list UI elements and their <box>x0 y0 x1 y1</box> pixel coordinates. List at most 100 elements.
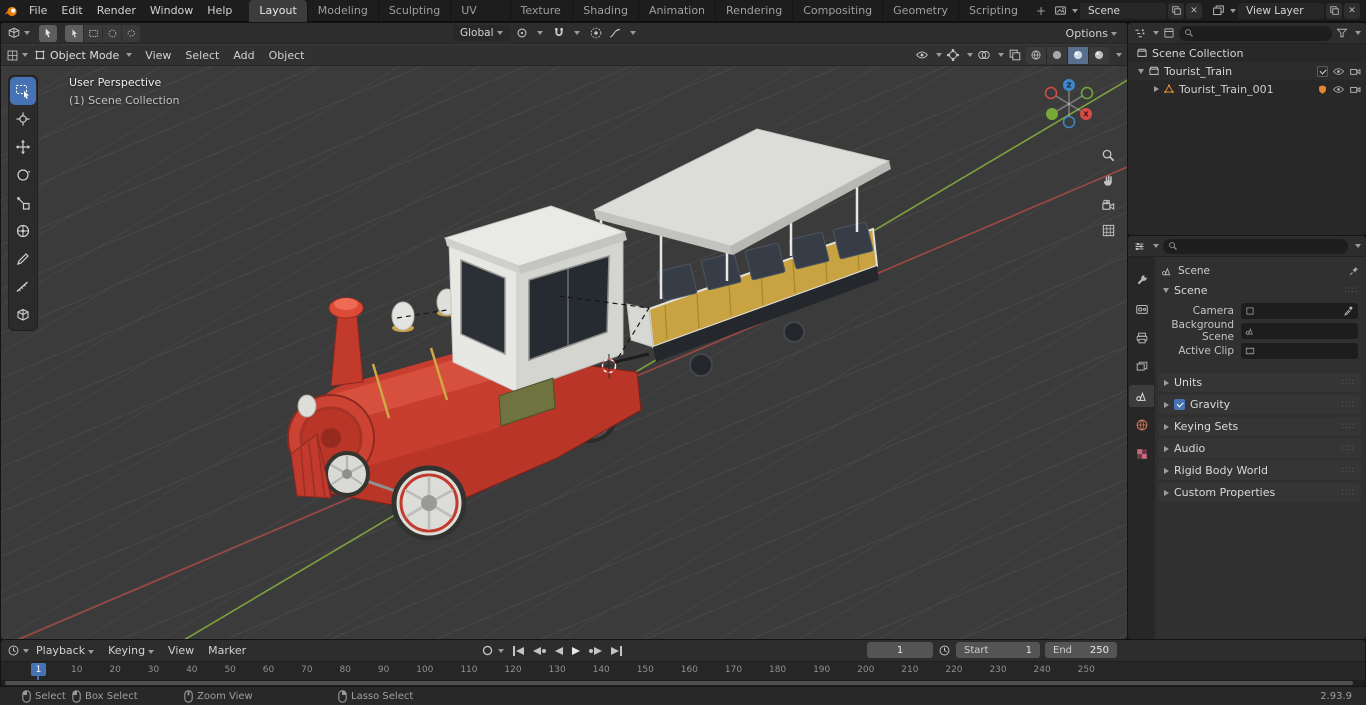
object-visibility-icon[interactable] <box>915 48 929 62</box>
tab-view-layer-icon[interactable] <box>1129 356 1154 378</box>
falloff-chevron-icon[interactable] <box>629 31 636 35</box>
object-disable-render-icon[interactable] <box>1349 83 1362 96</box>
gizmos-icon[interactable] <box>946 48 960 62</box>
workspace-tab[interactable]: UV Editing <box>450 0 509 39</box>
collection-exclude-checkbox[interactable] <box>1317 65 1328 77</box>
view-menu[interactable]: View <box>161 640 201 661</box>
workspace-tab[interactable]: Layout <box>249 0 307 22</box>
new-scene-button[interactable] <box>1168 2 1184 19</box>
panel-gravity[interactable]: Gravity ∷∷ <box>1158 395 1361 414</box>
select-mode-circle-button[interactable] <box>103 24 121 42</box>
outliner-search-input[interactable] <box>1198 27 1327 39</box>
current-frame-field[interactable]: 1 <box>867 642 933 658</box>
zoom-view-icon[interactable] <box>1097 144 1119 166</box>
tab-world-icon[interactable] <box>1129 414 1154 436</box>
hide-eye-icon[interactable] <box>1332 65 1345 78</box>
timeline-ruler[interactable]: 10 20 30 40 50 60 70 80 90 100 110 120 130 140 150 160 1… <box>1 661 1365 681</box>
workspace-tab[interactable]: Compositing <box>792 0 882 22</box>
panel-audio[interactable]: Audio ∷∷ <box>1158 439 1361 458</box>
workspace-tab[interactable]: Scripting <box>958 0 1028 22</box>
shading-material-preview-button[interactable] <box>1068 46 1088 64</box>
menu-item[interactable]: Window <box>143 0 200 22</box>
select-mode-box-button[interactable] <box>84 24 102 42</box>
viewport-grid-editor-icon[interactable] <box>6 49 19 62</box>
options-dropdown[interactable]: Options <box>1066 23 1117 44</box>
collection-expand-icon[interactable] <box>1138 68 1144 74</box>
remove-view-layer-button[interactable]: ✕ <box>1344 2 1360 19</box>
mode-dropdown[interactable]: Object Mode <box>28 45 138 66</box>
object-hide-eye-icon[interactable] <box>1332 83 1345 96</box>
timeline-scrollbar[interactable] <box>5 681 1353 685</box>
tool-measure-button[interactable] <box>10 273 36 301</box>
outliner-row-object[interactable]: Tourist_Train_001 <box>1128 80 1366 98</box>
proportional-edit-icon[interactable] <box>589 26 603 40</box>
camera-field[interactable] <box>1241 302 1358 319</box>
scene-panel-header[interactable]: Scene ∷∷ <box>1157 281 1364 300</box>
workspace-tab[interactable]: Modeling <box>306 0 378 22</box>
marker-menu[interactable]: Marker <box>201 640 253 661</box>
disable-render-camera-icon[interactable] <box>1349 65 1362 78</box>
panel-custom-properties[interactable]: Custom Properties ∷∷ <box>1158 483 1361 502</box>
shading-wireframe-button[interactable] <box>1026 46 1046 64</box>
properties-search-box[interactable] <box>1163 238 1348 254</box>
scene-name-field[interactable]: Scene <box>1080 2 1166 19</box>
panel-keying-sets[interactable]: Keying Sets ∷∷ <box>1158 417 1361 436</box>
tool-scale-button[interactable] <box>10 189 36 217</box>
playback-menu[interactable]: Playback <box>29 640 101 661</box>
next-keyframe-button[interactable] <box>589 646 602 655</box>
workspace-tab[interactable]: Texture Paint <box>509 0 573 39</box>
keying-menu[interactable]: Keying <box>101 640 161 661</box>
unlink-scene-button[interactable]: ✕ <box>1186 2 1202 19</box>
properties-search-input[interactable] <box>1182 240 1343 252</box>
editor-type-chevron-icon[interactable] <box>24 31 30 35</box>
pan-hand-icon[interactable] <box>1097 169 1119 191</box>
outliner-row-collection[interactable]: Tourist_Train <box>1128 62 1366 80</box>
tab-texture-icon[interactable] <box>1129 443 1154 465</box>
workspace-tab[interactable]: Animation <box>637 0 715 22</box>
prev-keyframe-button[interactable] <box>533 646 546 655</box>
add-workspace-button[interactable]: + <box>1028 0 1054 22</box>
active-tool-icon[interactable] <box>39 24 57 42</box>
outliner-editor-type-icon[interactable] <box>1133 27 1146 40</box>
panel-grip[interactable]: ∷∷ <box>1345 286 1358 296</box>
auto-key-button[interactable] <box>481 644 504 657</box>
background-scene-field[interactable] <box>1241 322 1358 339</box>
gravity-checkbox[interactable] <box>1174 399 1185 410</box>
transform-orientation-dropdown[interactable]: Global <box>453 25 510 41</box>
tab-scene-icon[interactable] <box>1129 385 1154 407</box>
scene-browse-icon[interactable] <box>1054 4 1067 17</box>
overlays-icon[interactable] <box>977 48 991 62</box>
jump-to-end-button[interactable] <box>611 645 622 656</box>
snap-magnet-icon[interactable] <box>552 26 566 40</box>
panel-rigid-body-world[interactable]: Rigid Body World ∷∷ <box>1158 461 1361 480</box>
perspective-toggle-icon[interactable] <box>1097 219 1119 241</box>
select-mode-tweak-button[interactable] <box>65 24 83 42</box>
tool-select-box-button[interactable] <box>10 77 36 105</box>
tool-rotate-button[interactable] <box>10 161 36 189</box>
view-layer-browse-icon[interactable] <box>1212 4 1225 17</box>
shading-chevron-icon[interactable] <box>1116 53 1122 57</box>
shading-solid-button[interactable] <box>1047 46 1067 64</box>
pin-icon[interactable] <box>1348 265 1360 277</box>
end-frame-field[interactable]: End 250 <box>1045 642 1117 658</box>
workspace-tab[interactable]: Shading <box>572 0 638 22</box>
gizmo-minus-x[interactable] <box>1044 86 1058 100</box>
data-badge-icon[interactable] <box>1317 84 1328 95</box>
gizmo-minus-z[interactable] <box>1062 115 1076 129</box>
gizmos-chevron-icon[interactable] <box>967 53 973 57</box>
camera-view-icon[interactable] <box>1097 194 1119 216</box>
start-frame-field[interactable]: Start 1 <box>956 642 1040 658</box>
active-clip-field[interactable] <box>1241 342 1358 359</box>
outliner-editor-chevron-icon[interactable] <box>1153 31 1159 35</box>
proportional-falloff-icon[interactable] <box>608 26 622 40</box>
overlays-chevron-icon[interactable] <box>998 53 1004 57</box>
snap-chevron-icon[interactable] <box>573 31 580 35</box>
timeline-editor-type-icon[interactable] <box>7 644 20 657</box>
tab-output-icon[interactable] <box>1129 327 1154 349</box>
viewport-editor-type-icon[interactable] <box>7 26 21 40</box>
visibility-chevron-icon[interactable] <box>936 53 942 57</box>
properties-editor-type-icon[interactable] <box>1133 240 1146 253</box>
workspace-tab[interactable]: Geometry Nodes <box>882 0 958 39</box>
pivot-point-icon[interactable] <box>515 26 529 40</box>
play-button[interactable] <box>572 646 580 655</box>
